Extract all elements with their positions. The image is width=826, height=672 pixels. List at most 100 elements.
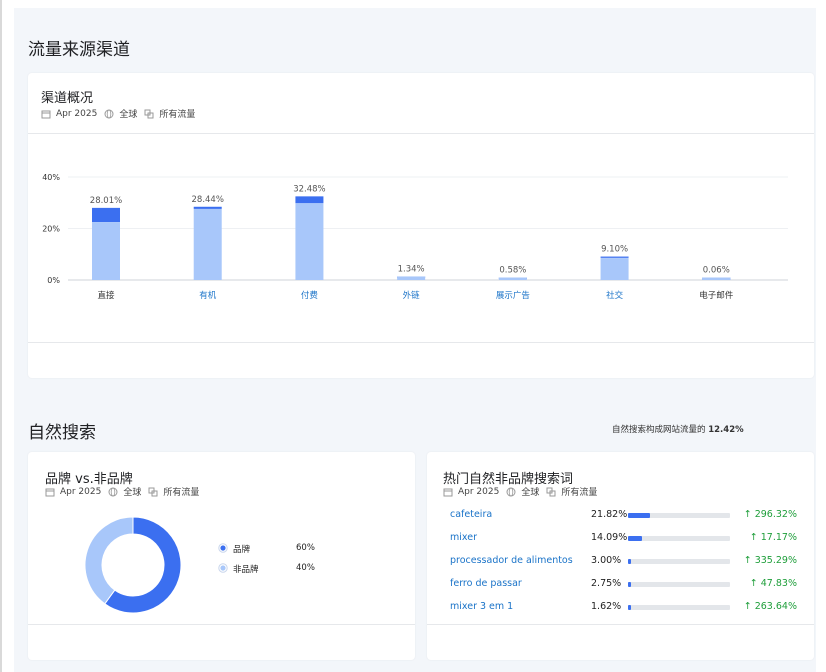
- bar-segment-upper: [193, 206, 222, 209]
- globe-icon: [506, 487, 516, 496]
- organic-share-value: 12.42%: [708, 425, 744, 435]
- bar-value-label: 28.44%: [192, 195, 224, 205]
- calendar-icon: [443, 488, 453, 496]
- share-bar: [628, 559, 730, 564]
- bar-segment-lower: [397, 276, 426, 280]
- card-meta: Apr 2025 全球 所有流量: [443, 485, 604, 498]
- calendar-icon: [41, 110, 51, 118]
- keyword-change: ↑ 263.64%: [743, 601, 797, 612]
- share-bar-fill: [628, 513, 651, 518]
- brand-donut-chart: [84, 516, 182, 614]
- keyword-link[interactable]: ferro de passar: [450, 578, 522, 589]
- bar-segment-upper: [600, 256, 629, 258]
- organic-share-prefix: 自然搜索构成网站流量的: [612, 425, 706, 435]
- legend-item-brand[interactable]: 品牌 60%: [218, 542, 318, 556]
- calendar-icon: [45, 488, 55, 496]
- keyword-link[interactable]: mixer: [450, 532, 477, 543]
- page-content: 流量来源渠道 渠道概况 Apr 2025 全球 所有流量 0% 20% 40% 28.…: [14, 8, 816, 672]
- bar-value-label: 0.06%: [703, 266, 730, 276]
- share-bar-fill: [628, 605, 631, 610]
- bar-segment-lower: [193, 208, 222, 280]
- legend-label: 非品牌: [233, 565, 259, 575]
- legend-value: 40%: [296, 563, 315, 573]
- bar-segment-lower: [295, 203, 324, 280]
- card-meta: Apr 2025 全球 所有流量: [41, 107, 202, 120]
- organic-share-note: 自然搜索构成网站流量的 12.42%: [612, 423, 744, 435]
- legend-value: 60%: [296, 543, 315, 553]
- share-bar: [628, 605, 730, 610]
- bar-value-label: 1.34%: [398, 265, 425, 275]
- divider: [28, 624, 415, 625]
- keyword-share: 1.62%: [591, 601, 622, 612]
- share-bar: [628, 582, 730, 587]
- traffic-label: 所有流量: [159, 110, 196, 120]
- globe-icon: [108, 487, 118, 496]
- share-bar-fill: [628, 582, 631, 587]
- keyword-share: 3.00%: [591, 555, 622, 566]
- globe-icon: [104, 109, 114, 118]
- up-arrow-icon: ↑: [749, 532, 758, 543]
- keyword-link[interactable]: processador de alimentos: [450, 555, 573, 566]
- keyword-link[interactable]: mixer 3 em 1: [450, 601, 513, 612]
- card-meta: Apr 2025 全球 所有流量: [45, 485, 206, 498]
- card-title: 渠道概况: [41, 91, 94, 106]
- keyword-row[interactable]: ferro de passar 2.75% ↑ 47.83%: [427, 575, 797, 595]
- region-label: 全球: [123, 488, 142, 498]
- channel-bar-chart: 0% 20% 40% 28.01% 直接 28.44% 有机 32.48% 付费 1.34% 外链 0…: [42, 173, 788, 301]
- keyword-row[interactable]: processador de alimentos 3.00% ↑ 335.29%: [427, 552, 797, 572]
- bar-value-label: 32.48%: [293, 184, 325, 194]
- share-bar: [628, 536, 730, 541]
- window-left-border: [0, 0, 2, 672]
- radio-dot-icon: [218, 543, 228, 553]
- x-category-label: 电子邮件: [699, 290, 734, 301]
- region-label: 全球: [521, 488, 540, 498]
- share-bar: [628, 513, 730, 518]
- x-category-label: 展示广告: [496, 290, 530, 301]
- y-tick-label: 40%: [42, 173, 60, 182]
- keyword-row[interactable]: mixer 14.09% ↑ 17.17%: [427, 529, 797, 549]
- brand-vs-nonbrand-card: 品牌 vs.非品牌 Apr 2025 全球 所有流量 品牌 60% 非品牌 40…: [28, 452, 415, 660]
- bar-value-label: 9.10%: [601, 245, 628, 255]
- y-tick-label: 20%: [42, 225, 60, 234]
- legend-item-nonbrand[interactable]: 非品牌 40%: [218, 562, 318, 576]
- region-label: 全球: [119, 110, 138, 120]
- date-label: Apr 2025: [458, 486, 500, 497]
- divider: [28, 342, 814, 343]
- section-title-organic-search: 自然搜索: [28, 423, 96, 443]
- bar-segment-lower: [702, 277, 731, 280]
- x-category-label: 直接: [97, 290, 115, 301]
- up-arrow-icon: ↑: [749, 578, 758, 589]
- top-keywords-card: 热门自然非品牌搜索词 Apr 2025 全球 所有流量 cafeteira 21…: [427, 452, 814, 660]
- bar-value-label: 0.58%: [499, 266, 526, 276]
- keyword-change: ↑ 335.29%: [743, 555, 797, 566]
- keyword-change: ↑ 296.32%: [743, 509, 797, 520]
- x-category-label: 有机: [199, 290, 217, 301]
- traffic-label: 所有流量: [561, 488, 598, 498]
- keyword-share: 14.09%: [591, 532, 628, 543]
- divider: [28, 133, 814, 134]
- x-category-label: 外链: [403, 290, 421, 301]
- up-arrow-icon: ↑: [743, 555, 752, 566]
- donut-slice: [84, 516, 134, 605]
- date-label: Apr 2025: [56, 108, 98, 119]
- bar-segment-lower: [498, 277, 527, 280]
- share-bar-fill: [628, 559, 632, 564]
- x-category-label: 付费: [301, 290, 319, 301]
- x-category-label: 社交: [606, 290, 624, 301]
- keyword-change: ↑ 17.17%: [749, 532, 797, 543]
- keyword-row[interactable]: cafeteira 21.82% ↑ 296.32%: [427, 506, 797, 526]
- up-arrow-icon: ↑: [743, 601, 752, 612]
- section-title-traffic-channels: 流量来源渠道: [28, 40, 130, 60]
- keyword-list: cafeteira 21.82% ↑ 296.32% mixer 14.09% …: [427, 506, 814, 626]
- traffic-label: 所有流量: [163, 488, 200, 498]
- bar-segment-upper: [92, 207, 120, 223]
- bar-value-label: 28.01%: [90, 196, 122, 206]
- keyword-link[interactable]: cafeteira: [450, 509, 492, 520]
- share-bar-fill: [628, 536, 643, 541]
- bar-segment-lower: [600, 258, 629, 280]
- keyword-row[interactable]: mixer 3 em 1 1.62% ↑ 263.64%: [427, 598, 797, 618]
- date-label: Apr 2025: [60, 486, 102, 497]
- bar-segment-upper: [295, 196, 324, 204]
- up-arrow-icon: ↑: [743, 509, 752, 520]
- traffic-icon: [546, 487, 556, 496]
